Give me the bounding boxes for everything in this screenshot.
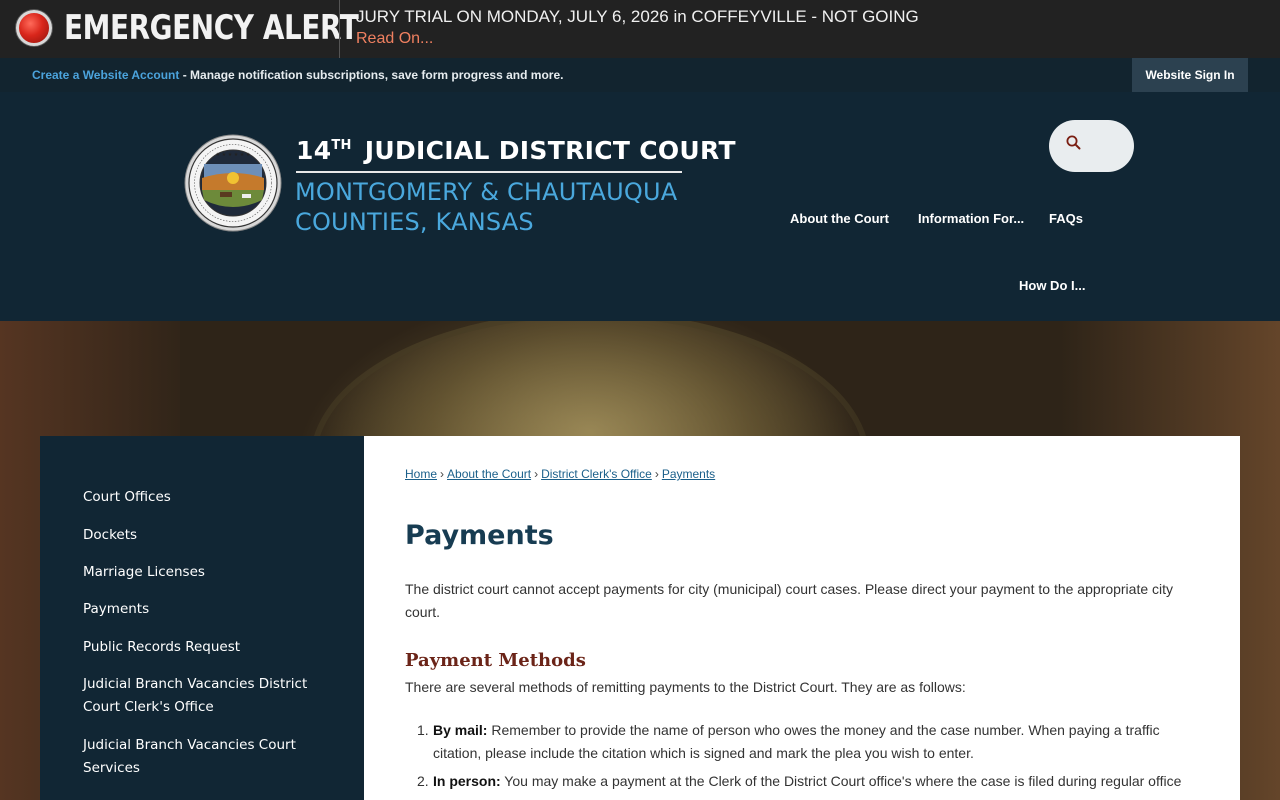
sidebar-item-public-records[interactable]: Public Records Request bbox=[83, 636, 323, 659]
page-title: Payments bbox=[405, 520, 554, 551]
search-icon bbox=[1066, 135, 1081, 150]
alert-headline[interactable]: JURY TRIAL ON MONDAY, JULY 6, 2026 in CO… bbox=[356, 7, 919, 27]
list-item-number: 2. bbox=[417, 773, 429, 789]
payment-methods-heading: Payment Methods bbox=[405, 650, 586, 671]
sidebar-item-vacancies-services[interactable]: Judicial Branch Vacancies Court Services bbox=[83, 734, 323, 780]
sidebar-item-marriage-licenses[interactable]: Marriage Licenses bbox=[83, 561, 323, 584]
list-item-number: 1. bbox=[417, 722, 429, 738]
payment-methods-list: 1. By mail: Remember to provide the name… bbox=[405, 719, 1205, 798]
county-line-2[interactable]: COUNTIES, KANSAS bbox=[295, 208, 534, 236]
create-account-link[interactable]: Create a Website Account bbox=[32, 68, 179, 82]
website-sign-in-button[interactable]: Website Sign In bbox=[1132, 58, 1248, 92]
list-item-label: In person: bbox=[433, 773, 501, 789]
alert-circle-icon bbox=[16, 10, 52, 46]
nav-information-for[interactable]: Information For... bbox=[918, 211, 1024, 226]
breadcrumb-district-clerks-office[interactable]: District Clerk's Office bbox=[541, 467, 652, 481]
main-content: Home › About the Court › District Clerk's Of… bbox=[364, 436, 1240, 800]
court-title[interactable]: 14TH JUDICIAL DISTRICT COURT bbox=[296, 136, 736, 165]
svg-text:★ ★ ★ ★ ★ ★: ★ ★ ★ ★ ★ ★ bbox=[216, 152, 251, 158]
court-title-rest: JUDICIAL DISTRICT COURT bbox=[364, 136, 736, 165]
intro-paragraph: The district court cannot accept payment… bbox=[405, 581, 1174, 620]
payment-methods-intro: There are several methods of remitting p… bbox=[405, 679, 966, 695]
breadcrumb: Home › About the Court › District Clerk's Of… bbox=[405, 467, 715, 481]
kansas-state-seal[interactable]: ★ ★ ★ ★ ★ ★ bbox=[184, 134, 282, 232]
list-item-label: By mail: bbox=[433, 722, 488, 738]
account-message: Create a Website Account - Manage notifi… bbox=[32, 68, 563, 82]
alert-read-on-link[interactable]: Read On... bbox=[356, 30, 433, 48]
list-item-text: You may make a payment at the Clerk of t… bbox=[500, 773, 1182, 789]
breadcrumb-home[interactable]: Home bbox=[405, 467, 437, 481]
account-bar: Create a Website Account - Manage notifi… bbox=[0, 58, 1280, 92]
court-title-number: 14 bbox=[296, 136, 332, 165]
list-item: 1. By mail: Remember to provide the name… bbox=[405, 719, 1205, 765]
alert-divider bbox=[339, 0, 340, 58]
list-item: 2. In person: You may make a payment at … bbox=[405, 770, 1205, 793]
breadcrumb-separator: › bbox=[440, 467, 445, 481]
sidebar-item-court-offices[interactable]: Court Offices bbox=[83, 486, 323, 509]
breadcrumb-separator: › bbox=[534, 467, 539, 481]
nav-how-do-i[interactable]: How Do I... bbox=[1019, 278, 1085, 293]
court-title-superscript: TH bbox=[331, 138, 352, 153]
search-button[interactable] bbox=[1049, 120, 1134, 172]
breadcrumb-payments[interactable]: Payments bbox=[662, 467, 715, 481]
list-item-text: Remember to provide the name of person w… bbox=[433, 722, 1160, 761]
account-description: - Manage notification subscriptions, sav… bbox=[179, 68, 564, 82]
breadcrumb-separator: › bbox=[654, 467, 659, 481]
emergency-alert-bar: EMERGENCY ALERT JURY TRIAL ON MONDAY, JU… bbox=[0, 0, 1280, 58]
sidebar-item-payments[interactable]: Payments bbox=[83, 598, 323, 621]
nav-faqs[interactable]: FAQs bbox=[1049, 211, 1083, 226]
breadcrumb-about-the-court[interactable]: About the Court bbox=[447, 467, 531, 481]
sidebar-item-dockets[interactable]: Dockets bbox=[83, 524, 323, 547]
sidebar-item-vacancies-clerk[interactable]: Judicial Branch Vacancies District Court… bbox=[83, 673, 323, 719]
nav-about-the-court[interactable]: About the Court bbox=[790, 211, 889, 226]
title-rule bbox=[296, 171, 682, 173]
county-line-1[interactable]: MONTGOMERY & CHAUTAUQUA bbox=[295, 178, 677, 206]
alert-title: EMERGENCY ALERT bbox=[64, 8, 359, 48]
sidebar-nav: Court Offices Dockets Marriage Licenses … bbox=[40, 436, 364, 800]
